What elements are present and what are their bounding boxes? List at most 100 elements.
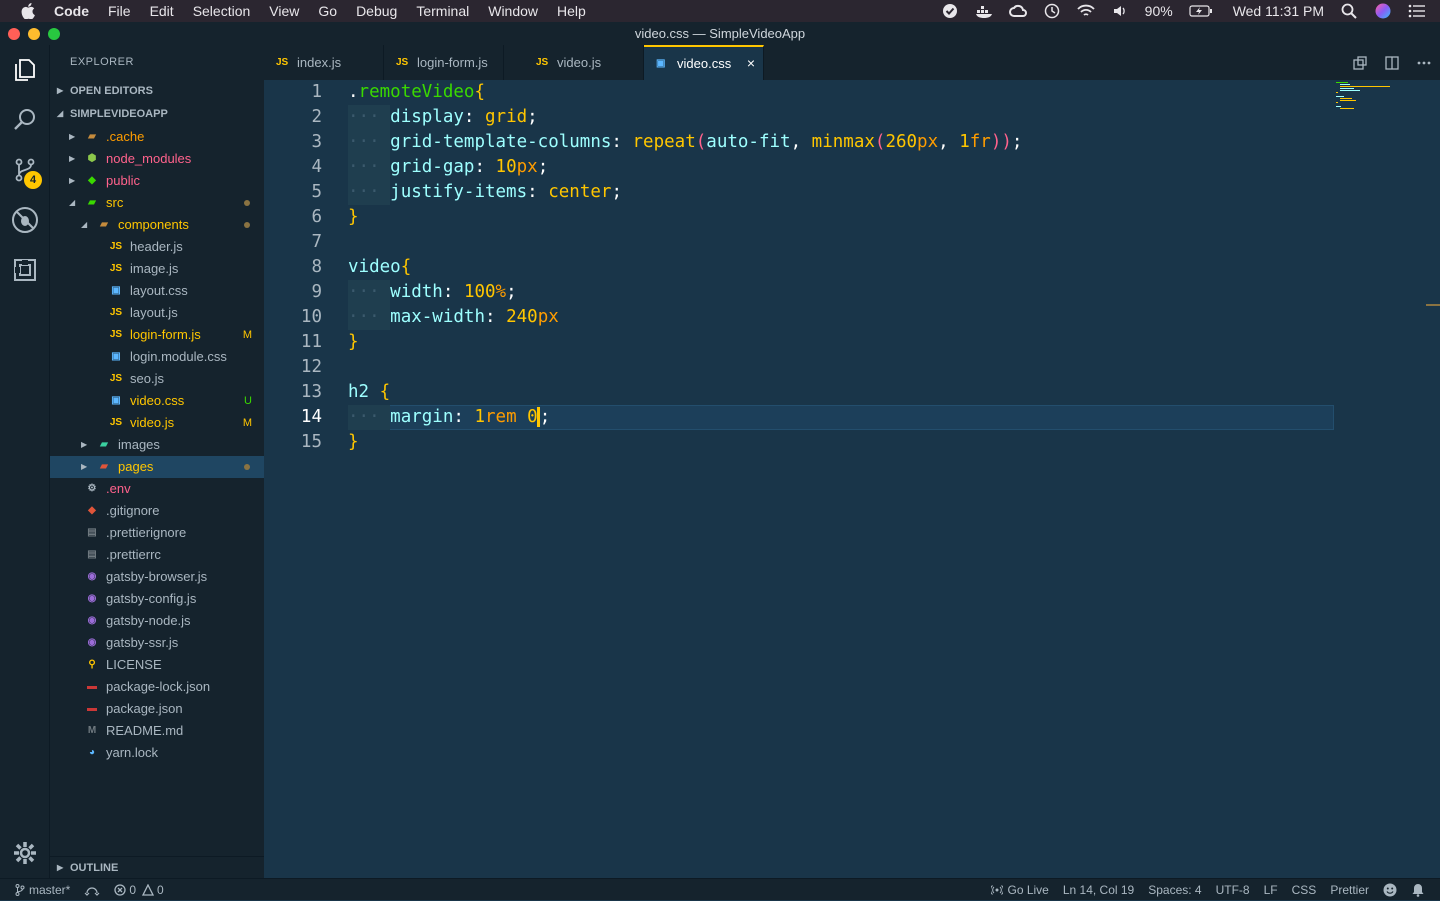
css-icon: ▣ xyxy=(111,351,121,362)
gatsby-icon: ◉ xyxy=(87,637,97,648)
chevron-right-icon: ▶ xyxy=(69,154,76,163)
tree-file-layout-js[interactable]: JS layout.js xyxy=(50,302,264,324)
source-control-icon[interactable] xyxy=(0,145,50,195)
minimap[interactable] xyxy=(1336,82,1396,112)
menu-window[interactable]: Window xyxy=(488,3,538,19)
more-actions-icon[interactable] xyxy=(1408,55,1440,71)
code-line-2: ··· display: grid; xyxy=(348,107,538,127)
notification-center-icon[interactable] xyxy=(1408,4,1426,18)
notifications-bell-icon[interactable] xyxy=(1411,883,1425,897)
tree-file-video-js[interactable]: JS video.js M xyxy=(50,412,264,434)
menu-edit[interactable]: Edit xyxy=(150,3,174,19)
tree-file-package-json[interactable]: ▬ package.json xyxy=(50,698,264,720)
tree-file-yarn-lock[interactable]: ◕ yarn.lock xyxy=(50,742,264,764)
tree-file-video-css[interactable]: ▣ video.css U xyxy=(50,390,264,412)
tree-file-login-module-css[interactable]: ▣ login.module.css xyxy=(50,346,264,368)
tree-file-readme-md[interactable]: M README.md xyxy=(50,720,264,742)
tab-video-js[interactable]: JS video.js xyxy=(524,45,644,80)
battery-charging-icon[interactable] xyxy=(1189,4,1213,18)
docker-icon[interactable] xyxy=(975,4,993,18)
sync-icon[interactable] xyxy=(84,884,100,896)
menu-selection[interactable]: Selection xyxy=(193,3,251,19)
tree-file-prettierignore[interactable]: ▤ .prettierignore xyxy=(50,522,264,544)
editor-tabs: JS index.js JS login-form.js JS video.js ▣ … xyxy=(264,45,1440,80)
open-editors-section[interactable]: ▶ OPEN EDITORS xyxy=(50,80,264,102)
tree-file-gatsby-ssr-js[interactable]: ◉ gatsby-ssr.js xyxy=(50,632,264,654)
tree-file-package-lock-json[interactable]: ▬ package-lock.json xyxy=(50,676,264,698)
tree-file-env[interactable]: ⚙ .env xyxy=(50,478,264,500)
indentation[interactable]: Spaces: 4 xyxy=(1148,883,1201,897)
prettier-status[interactable]: Prettier xyxy=(1330,883,1369,897)
tree-folder-src[interactable]: ◢ ▰ src xyxy=(50,192,264,214)
language-mode[interactable]: CSS xyxy=(1292,883,1317,897)
menu-file[interactable]: File xyxy=(108,3,131,19)
wifi-icon[interactable] xyxy=(1077,4,1095,18)
yarn-icon: ◕ xyxy=(88,747,96,758)
time-machine-icon[interactable] xyxy=(1043,3,1061,19)
tree-file-license[interactable]: ⚲ LICENSE xyxy=(50,654,264,676)
search-icon[interactable] xyxy=(0,95,50,145)
menu-terminal[interactable]: Terminal xyxy=(416,3,469,19)
problems-indicator[interactable]: 0 0 xyxy=(114,883,164,897)
tree-file-gatsby-browser-js[interactable]: ◉ gatsby-browser.js xyxy=(50,566,264,588)
encoding[interactable]: UTF-8 xyxy=(1216,883,1250,897)
tree-file-gitignore[interactable]: ◆ .gitignore xyxy=(50,500,264,522)
code-line-15: } xyxy=(348,432,359,452)
tree-file-gatsby-node-js[interactable]: ◉ gatsby-node.js xyxy=(50,610,264,632)
tree-folder-public[interactable]: ▶ ◆ public xyxy=(50,170,264,192)
tree-file-seo-js[interactable]: JS seo.js xyxy=(50,368,264,390)
extensions-icon[interactable] xyxy=(0,245,50,295)
tree-folder-cache[interactable]: ▶ ▰ .cache xyxy=(50,126,264,148)
tree-file-image-js[interactable]: JS image.js xyxy=(50,258,264,280)
end-of-line[interactable]: LF xyxy=(1264,883,1278,897)
split-editor-icon[interactable] xyxy=(1376,55,1408,71)
menubar-clock[interactable]: Wed 11:31 PM xyxy=(1233,3,1324,19)
menu-debug[interactable]: Debug xyxy=(356,3,397,19)
code-editor[interactable]: 1 2 3 4 5 6 7 8 9 10 11 12 13 14 15 .remoteVideo{ ··· … xyxy=(264,80,1440,878)
zoom-window-button[interactable] xyxy=(48,28,60,40)
close-window-button[interactable] xyxy=(8,28,20,40)
volume-icon[interactable] xyxy=(1111,4,1129,18)
menu-help[interactable]: Help xyxy=(557,3,586,19)
tree-file-login-form-js[interactable]: JS login-form.js M xyxy=(50,324,264,346)
tree-folder-components[interactable]: ◢ ▰ components xyxy=(50,214,264,236)
code-line-9: ··· width: 100%; xyxy=(348,282,517,302)
tree-file-layout-css[interactable]: ▣ layout.css xyxy=(50,280,264,302)
folder-icon: ▰ xyxy=(88,131,96,142)
outline-section[interactable]: ▶ OUTLINE xyxy=(50,856,264,878)
tree-file-prettierrc[interactable]: ▤ .prettierrc xyxy=(50,544,264,566)
creative-cloud-icon[interactable] xyxy=(1008,4,1027,18)
manage-gear-icon[interactable] xyxy=(0,828,50,878)
siri-icon[interactable] xyxy=(1374,3,1392,19)
debug-icon[interactable] xyxy=(0,195,50,245)
tree-file-gatsby-config-js[interactable]: ◉ gatsby-config.js xyxy=(50,588,264,610)
open-changes-icon[interactable] xyxy=(1344,55,1376,71)
npm-icon: ▬ xyxy=(87,703,97,714)
checkmark-app-icon[interactable] xyxy=(941,4,959,18)
menu-code[interactable]: Code xyxy=(54,3,89,19)
cursor-position[interactable]: Ln 14, Col 19 xyxy=(1063,883,1134,897)
spotlight-search-icon[interactable] xyxy=(1340,3,1358,19)
tree-folder-images[interactable]: ▶ ▰ images xyxy=(50,434,264,456)
outline-header[interactable]: ▶ OUTLINE xyxy=(50,857,264,879)
tab-index-js[interactable]: JS index.js xyxy=(264,45,384,80)
js-icon: JS xyxy=(109,417,123,428)
git-branch[interactable]: master* xyxy=(15,883,70,897)
battery-percent: 90% xyxy=(1144,3,1173,19)
chevron-right-icon: ▶ xyxy=(81,440,88,449)
tab-video-css[interactable]: ▣ video.css × xyxy=(644,45,764,80)
close-tab-icon[interactable]: × xyxy=(747,47,755,80)
menu-go[interactable]: Go xyxy=(318,3,337,19)
minimize-window-button[interactable] xyxy=(28,28,40,40)
menu-view[interactable]: View xyxy=(269,3,299,19)
tab-login-form-js[interactable]: JS login-form.js xyxy=(384,45,504,80)
tree-folder-node-modules[interactable]: ▶ ⬢ node_modules xyxy=(50,148,264,170)
project-section[interactable]: ◢ SIMPLEVIDEOAPP xyxy=(50,103,264,125)
tree-file-header-js[interactable]: JS header.js xyxy=(50,236,264,258)
go-live-button[interactable]: Go Live xyxy=(991,883,1049,897)
gear-icon: ⚙ xyxy=(87,483,97,494)
feedback-smiley-icon[interactable] xyxy=(1383,883,1397,897)
tree-folder-pages[interactable]: ▶ ▰ pages xyxy=(50,456,264,478)
apple-menu-icon[interactable] xyxy=(20,3,36,19)
explorer-icon[interactable] xyxy=(0,45,50,95)
